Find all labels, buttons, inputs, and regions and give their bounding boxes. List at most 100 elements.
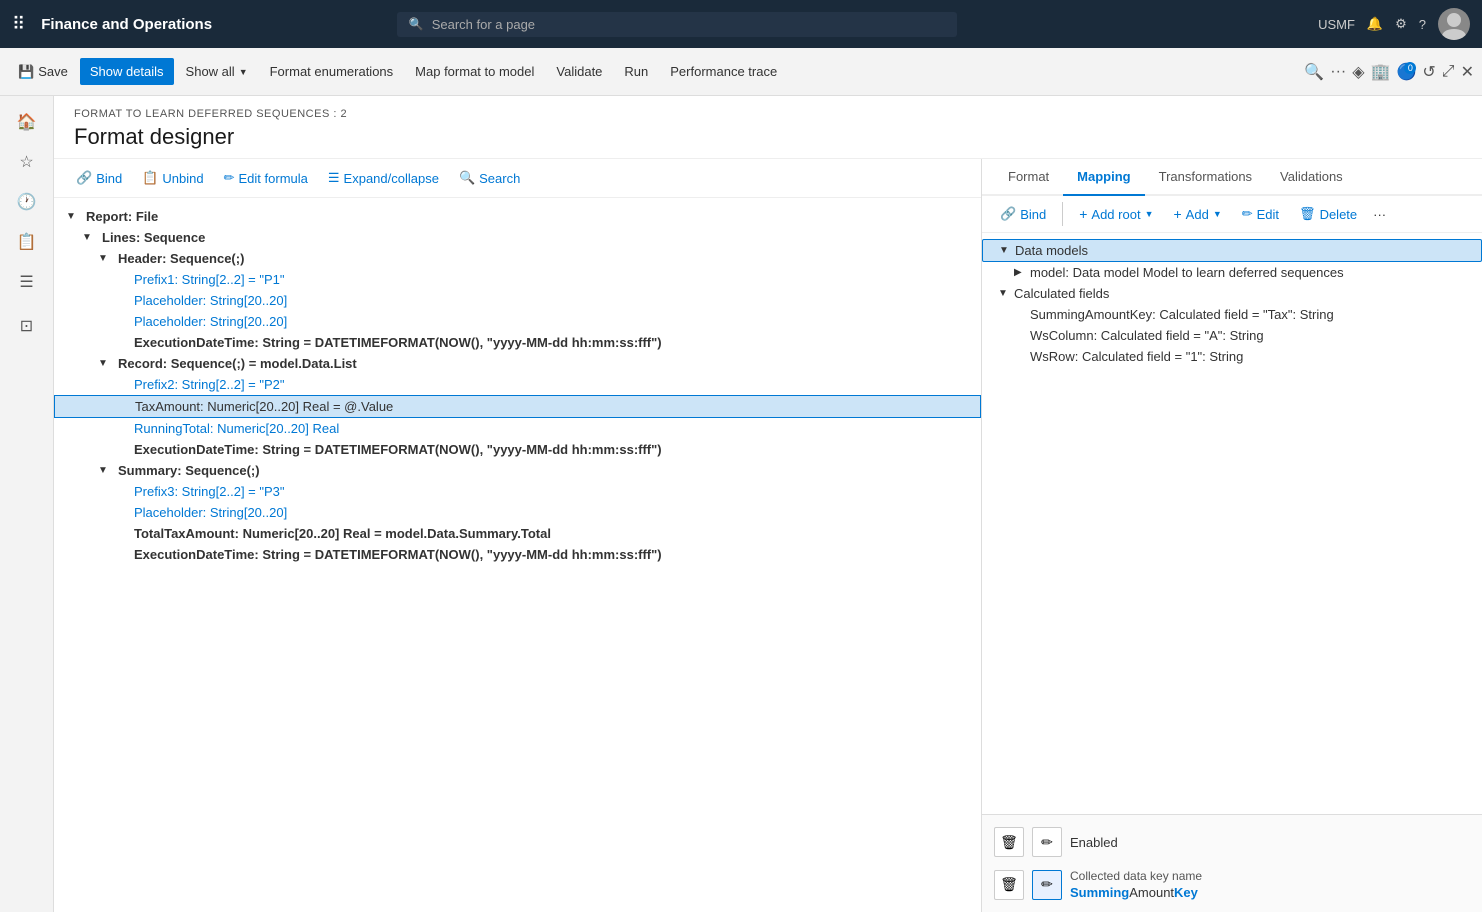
tree-item-placeholder2[interactable]: Placeholder: String[20..20] xyxy=(54,311,981,332)
avatar[interactable] xyxy=(1438,8,1470,40)
main-content: FORMAT TO LEARN DEFERRED SEQUENCES : 2 F… xyxy=(54,96,1482,912)
format-toolbar: 🔗 Bind 📋 Unbind ✏ Edit formula ☰ Expand/… xyxy=(54,159,981,198)
edit-formula-button[interactable]: ✏ Edit formula xyxy=(214,165,318,191)
page-header: FORMAT TO LEARN DEFERRED SEQUENCES : 2 F… xyxy=(54,96,1482,159)
tree-item-header[interactable]: ▼Header: Sequence(;) xyxy=(54,248,981,269)
dt-label: model: Data model Model to learn deferre… xyxy=(1030,265,1344,280)
tree-item-report[interactable]: ▼Report: File xyxy=(54,206,981,227)
format-enumerations-button[interactable]: Format enumerations xyxy=(260,58,404,85)
bind-button[interactable]: 🔗 Bind xyxy=(66,165,132,191)
badge-icon[interactable]: 🔵0 xyxy=(1396,62,1416,82)
close-icon[interactable]: ✕ xyxy=(1461,62,1474,82)
tree-item-execdate2[interactable]: ExecutionDateTime: String = DATETIMEFORM… xyxy=(54,439,981,460)
dt-item-model[interactable]: ▶model: Data model Model to learn deferr… xyxy=(982,262,1482,283)
help-icon[interactable]: ? xyxy=(1419,17,1426,32)
save-button[interactable]: 💾 Save xyxy=(8,58,78,86)
tree-item-prefix1[interactable]: Prefix1: String[2..2] = "P1" xyxy=(54,269,981,290)
tree-item-prefix2[interactable]: Prefix2: String[2..2] = "P2" xyxy=(54,374,981,395)
tree-label: Placeholder: String[20..20] xyxy=(130,313,291,330)
enabled-edit-btn[interactable]: ✏ xyxy=(1032,827,1062,857)
performance-trace-button[interactable]: Performance trace xyxy=(660,58,787,85)
run-button[interactable]: Run xyxy=(614,58,658,85)
notification-icon[interactable]: 🔔 xyxy=(1367,16,1383,32)
search-toolbar-icon[interactable]: 🔍 xyxy=(1304,62,1324,82)
more-options-icon[interactable]: ··· xyxy=(1373,207,1386,222)
sidebar-filter-icon[interactable]: ⊡ xyxy=(9,308,45,344)
show-all-button[interactable]: Show all ▼ xyxy=(176,58,258,85)
expand-icon: ☰ xyxy=(328,170,340,186)
key-part1: Summing xyxy=(1070,885,1129,900)
validate-button[interactable]: Validate xyxy=(546,58,612,85)
tree-item-totaltax[interactable]: TotalTaxAmount: Numeric[20..20] Real = m… xyxy=(54,523,981,544)
tree-item-placeholder3[interactable]: Placeholder: String[20..20] xyxy=(54,502,981,523)
delete-button[interactable]: 🗑 Delete xyxy=(1291,202,1365,226)
edit-button[interactable]: ✏ Edit xyxy=(1234,202,1287,226)
right-bind-button[interactable]: 🔗 Bind xyxy=(992,202,1054,226)
tree-item-lines[interactable]: ▼Lines: Sequence xyxy=(54,227,981,248)
expand-icon[interactable]: ⤢ xyxy=(1442,63,1455,81)
tree-label: ExecutionDateTime: String = DATETIMEFORM… xyxy=(130,334,666,351)
office-icon[interactable]: 🏢 xyxy=(1371,62,1391,82)
right-toolbar: 🔗 Bind + Add root ▼ + Add ▼ xyxy=(982,196,1482,233)
sidebar: 🏠 ☆ 🕐 📋 ☰ ⊡ xyxy=(0,96,54,912)
map-format-to-model-button[interactable]: Map format to model xyxy=(405,58,544,85)
dt-arrow: ▼ xyxy=(999,245,1015,256)
main-layout: 🏠 ☆ 🕐 📋 ☰ ⊡ FORMAT TO LEARN DEFERRED SEQ… xyxy=(0,96,1482,912)
sidebar-list-icon[interactable]: ☰ xyxy=(9,264,45,300)
tab-format[interactable]: Format xyxy=(994,159,1063,196)
add-root-button[interactable]: + Add root ▼ xyxy=(1071,202,1161,226)
more-icon[interactable]: ··· xyxy=(1330,63,1346,81)
dt-label: WsColumn: Calculated field = "A": String xyxy=(1030,328,1264,343)
component-icon[interactable]: ◈ xyxy=(1352,62,1364,82)
tree-item-execdate1[interactable]: ExecutionDateTime: String = DATETIMEFORM… xyxy=(54,332,981,353)
settings-icon[interactable]: ⚙ xyxy=(1395,16,1407,32)
main-toolbar: 💾 Save Show details Show all ▼ Format en… xyxy=(0,48,1482,96)
tab-mapping[interactable]: Mapping xyxy=(1063,159,1144,196)
collected-edit-btn[interactable]: ✏ xyxy=(1032,870,1062,900)
tab-transformations[interactable]: Transformations xyxy=(1145,159,1266,196)
sidebar-home-icon[interactable]: 🏠 xyxy=(9,104,45,140)
tree-arrow: ▼ xyxy=(82,232,98,243)
edit-icon: ✏ xyxy=(224,170,235,186)
dt-item-calculated[interactable]: ▼Calculated fields xyxy=(982,283,1482,304)
collected-delete-btn[interactable]: 🗑 xyxy=(994,870,1024,900)
global-search-bar[interactable]: 🔍 Search for a page xyxy=(397,12,957,37)
key-part3: Key xyxy=(1174,885,1198,900)
dt-item-wsrow[interactable]: WsRow: Calculated field = "1": String xyxy=(982,346,1482,367)
tree-label: Placeholder: String[20..20] xyxy=(130,292,291,309)
tree-item-summary[interactable]: ▼Summary: Sequence(;) xyxy=(54,460,981,481)
search-icon: 🔍 xyxy=(459,170,475,186)
tree-item-runningtotal[interactable]: RunningTotal: Numeric[20..20] Real xyxy=(54,418,981,439)
dt-item-data_models[interactable]: ▼Data models xyxy=(982,239,1482,262)
refresh-icon[interactable]: ↺ xyxy=(1422,62,1435,82)
unbind-button[interactable]: 📋 Unbind xyxy=(132,165,213,191)
add-root-arrow: ▼ xyxy=(1145,209,1154,219)
sidebar-star-icon[interactable]: ☆ xyxy=(9,144,45,180)
tree-item-execdate3[interactable]: ExecutionDateTime: String = DATETIMEFORM… xyxy=(54,544,981,565)
tree-arrow: ▼ xyxy=(98,358,114,369)
tree-item-taxamount[interactable]: TaxAmount: Numeric[20..20] Real = @.Valu… xyxy=(54,395,981,418)
enabled-delete-btn[interactable]: 🗑 xyxy=(994,827,1024,857)
user-org: USMF xyxy=(1318,17,1355,32)
add-button[interactable]: + Add ▼ xyxy=(1165,202,1229,226)
tree-label: Summary: Sequence(;) xyxy=(114,462,264,479)
tree-label: Prefix3: String[2..2] = "P3" xyxy=(130,483,289,500)
expand-collapse-button[interactable]: ☰ Expand/collapse xyxy=(318,165,449,191)
tree-item-placeholder1[interactable]: Placeholder: String[20..20] xyxy=(54,290,981,311)
dt-item-wscolumn[interactable]: WsColumn: Calculated field = "A": String xyxy=(982,325,1482,346)
tree-item-record[interactable]: ▼Record: Sequence(;) = model.Data.List xyxy=(54,353,981,374)
show-details-button[interactable]: Show details xyxy=(80,58,174,85)
tree-item-prefix3[interactable]: Prefix3: String[2..2] = "P3" xyxy=(54,481,981,502)
sidebar-workspace-icon[interactable]: 📋 xyxy=(9,224,45,260)
dt-item-summing[interactable]: SummingAmountKey: Calculated field = "Ta… xyxy=(982,304,1482,325)
breadcrumb: FORMAT TO LEARN DEFERRED SEQUENCES : 2 xyxy=(74,108,1462,120)
top-right-icons: USMF 🔔 ⚙ ? xyxy=(1318,8,1470,40)
search-button[interactable]: 🔍 Search xyxy=(449,165,530,191)
tab-validations[interactable]: Validations xyxy=(1266,159,1357,196)
sidebar-recent-icon[interactable]: 🕐 xyxy=(9,184,45,220)
save-icon: 💾 xyxy=(18,64,34,80)
plus-icon: + xyxy=(1079,206,1087,222)
grid-icon[interactable]: ⠿ xyxy=(12,14,25,35)
bottom-section: 🗑 ✏ Enabled 🗑 ✏ Collected data key name … xyxy=(982,814,1482,912)
tree-arrow: ▼ xyxy=(66,211,82,222)
